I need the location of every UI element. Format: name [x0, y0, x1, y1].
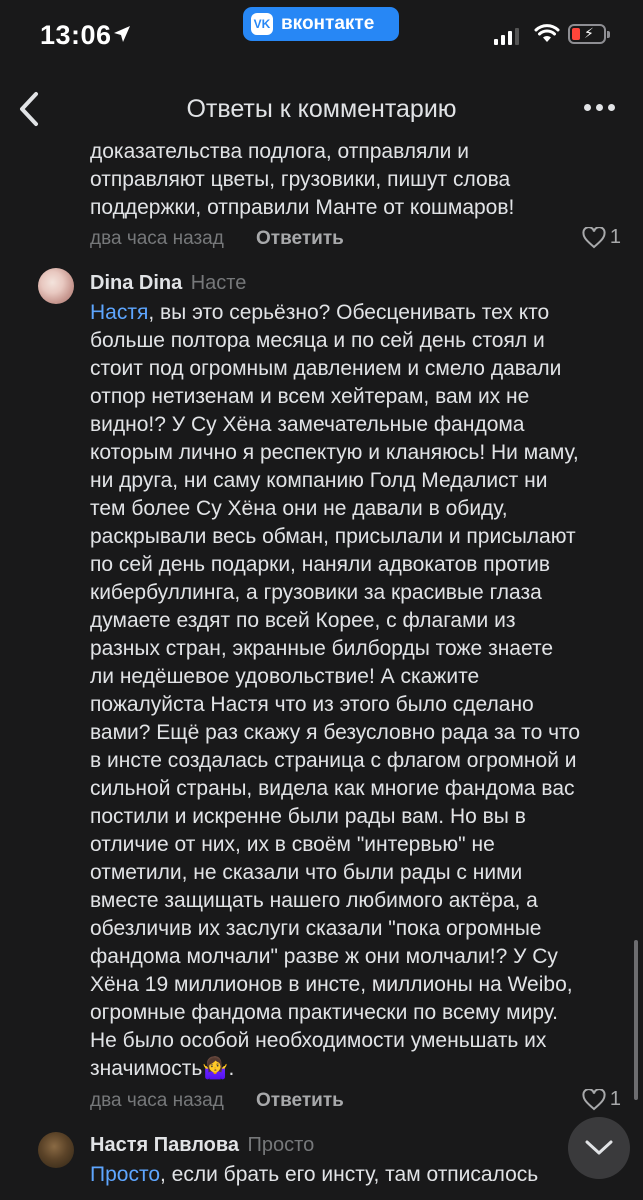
comment-line: огромные фандома практически по всему ми…: [90, 1001, 558, 1024]
status-bar: 13:06 VK вконтакте ⚡: [0, 0, 643, 70]
vk-logo-icon: VK: [251, 13, 273, 35]
comment-line: отправляют цветы, грузовики, пишут слова: [90, 168, 511, 191]
comment-line: ни друга, ни саму компанию Голд Медалист…: [90, 469, 548, 492]
comment-line: Просто, если брать его инсту, там отписа…: [90, 1161, 635, 1189]
comment-line: думаете ездят по всей Корее, с флагами и…: [90, 609, 516, 632]
comment-line: видно!? У Су Хёна замечательные фандома: [90, 413, 525, 436]
screen: 13:06 VK вконтакте ⚡ Ответы к комментари…: [0, 0, 643, 1200]
reply-button[interactable]: Ответить: [256, 1090, 344, 1112]
comment-text: доказательства подлога, отправляли и отп…: [90, 140, 630, 222]
reply-button[interactable]: Ответить: [256, 228, 344, 250]
comment-header: Dina Dina Насте: [90, 272, 246, 295]
comment-line: отличие от них, их в своём "интервью" не: [90, 833, 495, 856]
comment-text: Настя, вы это серьёзно? Обесценивать тех…: [90, 299, 635, 1083]
comment-line: тем более Су Хёна они не давали в обиду,: [90, 497, 508, 520]
page-title: Ответы к комментарию: [186, 95, 457, 123]
comment-line: вместе защищать нашего любимого актёра, …: [90, 889, 538, 912]
comment-line: разных стран, экранные билборды тоже зна…: [90, 637, 554, 660]
comment-timestamp: два часа назад: [90, 1090, 224, 1111]
comment-line-text: , вы это серьёзно? Обесценивать тех кто: [148, 301, 550, 324]
author-name[interactable]: Настя Павлова: [90, 1134, 239, 1156]
cellular-signal-icon: [494, 28, 519, 45]
like-button[interactable]: 1: [582, 226, 621, 249]
comment-line: доказательства подлога, отправляли и: [90, 140, 469, 163]
like-count: 1: [609, 226, 621, 248]
comment-line: в инсте создалась страница с флагом огро…: [90, 749, 577, 772]
comment-timestamp: два часа назад: [90, 228, 224, 249]
shrug-emoji: 🤷‍♀️: [202, 1057, 229, 1080]
like-count: 1: [609, 1088, 621, 1110]
comment-text: Просто, если брать его инсту, там отписа…: [90, 1161, 635, 1189]
wifi-icon: [534, 24, 560, 42]
comment-line: больше полтора месяца и по сей день стоя…: [90, 329, 545, 352]
more-dot: [608, 104, 615, 111]
status-time: 13:06: [40, 20, 112, 50]
comment-line: ли недёшевое удовольствие! А скажите: [90, 665, 480, 688]
more-dot: [596, 104, 603, 111]
comment-line: по сей день подарки, наняли адвокатов пр…: [90, 553, 551, 576]
carrier-badge[interactable]: VK вконтакте: [243, 7, 399, 41]
avatar[interactable]: [38, 1132, 74, 1168]
comment-line-text: .: [228, 1057, 235, 1080]
comment-line: отметили, не сказали что были рады с ним…: [90, 861, 523, 884]
comment-line: Не было особой необходимости уменьшать и…: [90, 1029, 547, 1052]
mention-link[interactable]: Настя: [90, 301, 148, 324]
comment-header: Настя Павлова Просто: [90, 1134, 314, 1157]
comment-line: которым лично я респектую и кланяюсь! Ни…: [90, 441, 579, 464]
more-dot: [584, 104, 591, 111]
comment-line: фандома молчали" разве ж они молчали!? У…: [90, 945, 558, 968]
mention-link[interactable]: Просто: [90, 1163, 160, 1186]
carrier-badge-label: вконтакте: [281, 13, 375, 34]
avatar[interactable]: [38, 268, 74, 304]
comment-line: Настя, вы это серьёзно? Обесценивать тех…: [90, 299, 635, 327]
comment-line: стоит под огромным давлением и смело дав…: [90, 357, 562, 380]
comment-line: обезличив их заслуги сказали "пока огром…: [90, 917, 542, 940]
chevron-down-icon: [585, 1140, 613, 1155]
location-arrow-icon: [114, 26, 130, 42]
reply-to-label: Насте: [190, 272, 247, 294]
author-name[interactable]: Dina Dina: [90, 272, 182, 294]
comment-line: кибербуллинга, а грузовики за красивые г…: [90, 581, 542, 604]
comment-line: значимость🤷‍♀️.: [90, 1055, 635, 1083]
like-button[interactable]: 1: [582, 1088, 621, 1111]
comment-line: поддержки, отправили Манте от кошмаров!: [90, 196, 515, 219]
scroll-down-button[interactable]: [568, 1117, 630, 1179]
comment-line: постили и искренне были рады вам. Но вы …: [90, 805, 526, 828]
comment-line-text: , если брать его инсту, там отписалось: [160, 1163, 539, 1186]
comment-line: отпор нетизенам и всем хейтерам, вам их …: [90, 385, 530, 408]
nav-bar: Ответы к комментарию: [0, 78, 643, 140]
heart-outline-icon: [582, 226, 606, 248]
comment-line: Хёна 19 миллионов в инсте, миллионы на W…: [90, 973, 573, 996]
comment-line-text: значимость: [90, 1057, 203, 1080]
scroll-indicator[interactable]: [634, 940, 638, 1100]
comments-list[interactable]: доказательства подлога, отправляли и отп…: [0, 140, 643, 1200]
comment-line: раскрывали весь обман, присылали и присы…: [90, 525, 576, 548]
reply-to-label: Просто: [247, 1134, 315, 1156]
comment-line: пожалуйста Настя что из этого было сдела…: [90, 693, 534, 716]
comment-line: вами? Ещё раз скажу я безусловно рада за…: [90, 721, 581, 744]
more-options-button[interactable]: [584, 104, 615, 111]
heart-outline-icon: [582, 1088, 606, 1110]
comment-line: сильной страны, видела как многие фандом…: [90, 777, 575, 800]
battery-icon: ⚡: [568, 24, 610, 44]
